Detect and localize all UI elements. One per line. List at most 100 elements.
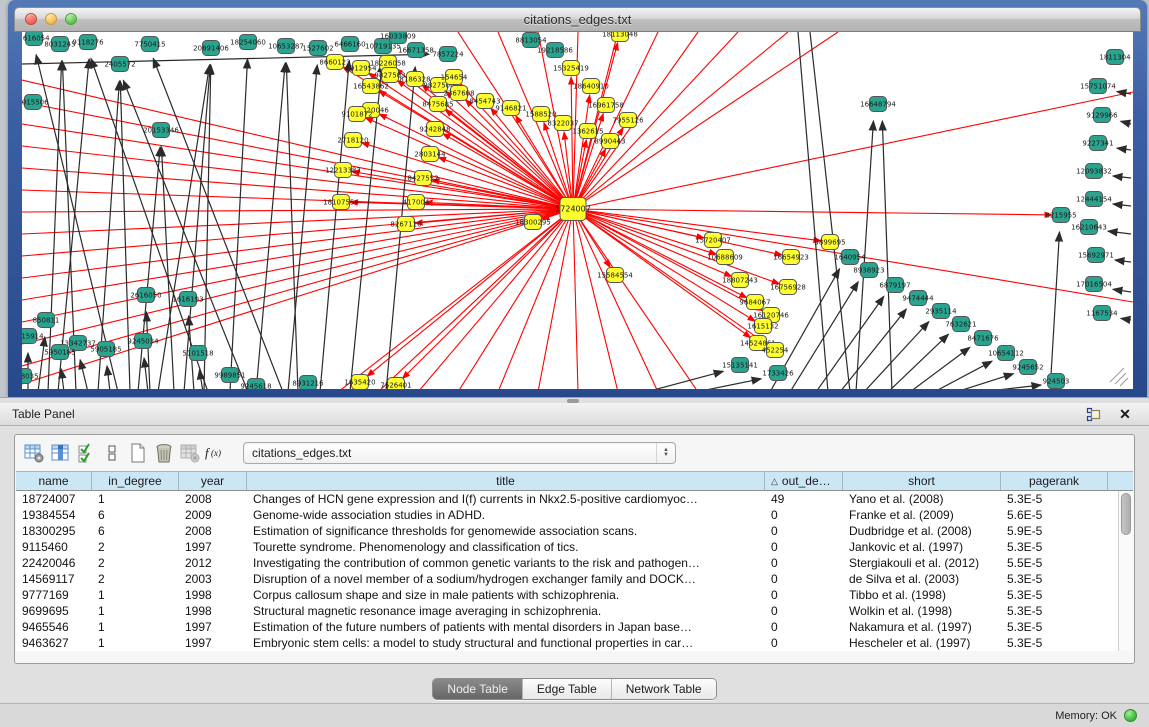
table-cell[interactable]: 0	[765, 587, 843, 603]
network-node[interactable]: 10654112	[988, 346, 1024, 361]
network-node[interactable]: 1527602	[302, 41, 333, 56]
network-node[interactable]: 9245618	[240, 379, 271, 390]
network-node[interactable]: 8990443	[594, 134, 625, 149]
network-node[interactable]: 1167534	[1086, 306, 1118, 321]
network-node[interactable]: 10653287	[268, 39, 304, 54]
network-node[interactable]: 1188035	[22, 369, 39, 384]
column-header-pagerank[interactable]: pagerank	[1001, 472, 1108, 490]
table-cell[interactable]: Corpus callosum shape and size in male p…	[247, 587, 765, 603]
network-node[interactable]: 6879197	[879, 278, 910, 293]
network-node[interactable]: 12093832	[1076, 164, 1112, 179]
column-header-in_degree[interactable]: in_degree	[92, 472, 179, 490]
network-node[interactable]: 9245652	[1012, 360, 1043, 375]
table-row[interactable]: 969969511998Structural magnetic resonanc…	[16, 603, 1133, 619]
table-cell[interactable]: 5.3E-5	[1001, 635, 1108, 651]
table-cell[interactable]: 6	[92, 523, 179, 539]
unselect-all-columns-button[interactable]	[99, 440, 125, 466]
create-column-button[interactable]	[125, 440, 151, 466]
close-window-button[interactable]	[25, 13, 37, 25]
table-cell[interactable]: Yano et al. (2008)	[843, 491, 1001, 507]
network-node[interactable]: 7857224	[432, 47, 464, 62]
table-cell[interactable]: Structural magnetic resonance image aver…	[247, 603, 765, 619]
network-node[interactable]: 3915914	[22, 329, 44, 344]
table-cell[interactable]: 0	[765, 619, 843, 635]
table-cell[interactable]: 0	[765, 523, 843, 539]
table-cell[interactable]: 1	[92, 619, 179, 635]
network-node[interactable]: 2803144	[414, 147, 446, 162]
table-row[interactable]: 946362711997Embryonic stem cells: a mode…	[16, 635, 1133, 651]
table-cell[interactable]: 49	[765, 491, 843, 507]
network-node[interactable]: 16961758	[588, 98, 624, 113]
float-panel-icon[interactable]	[1085, 406, 1101, 422]
table-cell[interactable]: 18300295	[16, 523, 92, 539]
table-cell[interactable]: Genome-wide association studies in ADHD.	[247, 507, 765, 523]
network-node[interactable]: 7750415	[134, 37, 165, 52]
table-cell[interactable]: 1	[92, 603, 179, 619]
table-cell[interactable]: 5.3E-5	[1001, 571, 1108, 587]
table-cell[interactable]: 2	[92, 571, 179, 587]
table-cell[interactable]: 2	[92, 539, 179, 555]
column-header-name[interactable]: name	[16, 472, 92, 490]
table-cell[interactable]: 2008	[179, 491, 247, 507]
network-node[interactable]: 16648794	[860, 97, 896, 112]
table-cell[interactable]: 2012	[179, 555, 247, 571]
table-cell[interactable]: 5.3E-5	[1001, 603, 1108, 619]
table-cell[interactable]: 0	[765, 603, 843, 619]
function-builder-button[interactable]: f(x)	[203, 440, 229, 466]
vertical-scrollbar[interactable]	[1118, 491, 1133, 651]
network-node[interactable]: 20153346	[143, 123, 179, 138]
table-cell[interactable]: 9777169	[16, 587, 92, 603]
tab-network-table[interactable]: Network Table	[612, 679, 716, 699]
network-node[interactable]: 18254060	[230, 35, 266, 50]
tab-node-table[interactable]: Node Table	[433, 679, 523, 699]
table-cell[interactable]: 1997	[179, 619, 247, 635]
table-cell[interactable]: 2	[92, 555, 179, 571]
network-node[interactable]: 9227341	[1082, 136, 1113, 151]
table-cell[interactable]: de Silva et al. (2003)	[843, 571, 1001, 587]
table-cell[interactable]: 5.3E-5	[1001, 587, 1108, 603]
table-row[interactable]: 1938455462009Genome-wide association stu…	[16, 507, 1133, 523]
column-header-year[interactable]: year	[179, 472, 247, 490]
table-cell[interactable]: Estimation of the future numbers of pati…	[247, 619, 765, 635]
network-node[interactable]: 8215955	[1045, 208, 1076, 223]
network-node[interactable]: 2015506	[22, 95, 49, 110]
table-cell[interactable]: 5.6E-5	[1001, 507, 1108, 523]
table-cell[interactable]: Embryonic stem cells: a model to study s…	[247, 635, 765, 651]
table-selector-combobox[interactable]: citations_edges.txt ▲▼	[243, 442, 676, 464]
table-cell[interactable]: Wolkin et al. (1998)	[843, 603, 1001, 619]
delete-column-button[interactable]	[151, 440, 177, 466]
table-cell[interactable]: 0	[765, 635, 843, 651]
table-cell[interactable]: 9463627	[16, 635, 92, 651]
table-cell[interactable]: 1998	[179, 603, 247, 619]
table-cell[interactable]: Tourette syndrome. Phenomenology and cla…	[247, 539, 765, 555]
table-cell[interactable]: 9115460	[16, 539, 92, 555]
table-cell[interactable]: Hescheler et al. (1997)	[843, 635, 1001, 651]
table-cell[interactable]: 1	[92, 491, 179, 507]
column-header-title[interactable]: title	[247, 472, 765, 490]
close-panel-icon[interactable]: ✕	[1117, 406, 1133, 422]
network-node[interactable]: 20891406	[193, 41, 229, 56]
network-node[interactable]: 9474444	[902, 291, 934, 306]
network-window-titlebar[interactable]: citations_edges.txt	[14, 7, 1141, 32]
network-node[interactable]: 9129966	[1086, 108, 1118, 123]
select-all-columns-button[interactable]	[73, 440, 99, 466]
network-node[interactable]: 2405572	[104, 57, 135, 72]
network-node[interactable]: 16210643	[1071, 220, 1107, 235]
table-row[interactable]: 1830029562008Estimation of significance …	[16, 523, 1133, 539]
network-node[interactable]: 18107554	[323, 195, 359, 210]
network-node[interactable]: 16654923	[773, 250, 809, 265]
table-cell[interactable]: 2003	[179, 571, 247, 587]
network-node[interactable]: 9989851	[214, 368, 245, 383]
table-cell[interactable]: 5.3E-5	[1001, 539, 1108, 555]
minimize-window-button[interactable]	[45, 13, 57, 25]
show-columns-button[interactable]	[47, 440, 73, 466]
network-node[interactable]: 1733426	[762, 366, 794, 381]
table-row[interactable]: 1872400712008Changes of HCN gene express…	[16, 491, 1133, 507]
table-cell[interactable]: 5.3E-5	[1001, 619, 1108, 635]
network-node[interactable]: 1724007	[555, 198, 591, 221]
table-cell[interactable]: 14569117	[16, 571, 92, 587]
table-row[interactable]: 911546021997Tourette syndrome. Phenomeno…	[16, 539, 1133, 555]
table-row[interactable]: 946554611997Estimation of the future num…	[16, 619, 1133, 635]
table-cell[interactable]: 0	[765, 539, 843, 555]
table-cell[interactable]: 0	[765, 555, 843, 571]
